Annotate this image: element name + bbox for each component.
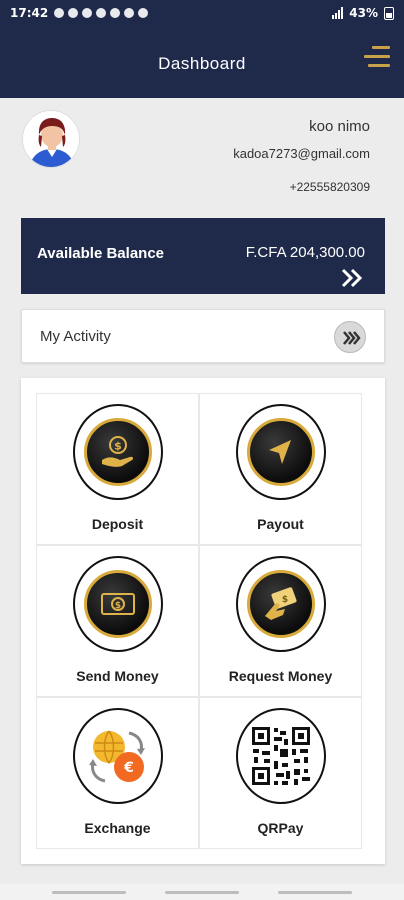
payout-tile[interactable]: Payout: [199, 393, 362, 545]
user-phone: +22555820309: [289, 180, 370, 194]
payout-label: Payout: [257, 516, 304, 532]
profile-section: koo nimo kadoa7273@gmail.com +2255582030…: [0, 98, 404, 210]
deposit-tile[interactable]: $ Deposit: [36, 393, 199, 545]
menu-button[interactable]: [364, 46, 390, 76]
balance-label: Available Balance: [37, 245, 165, 262]
user-email: kadoa7273@gmail.com: [233, 146, 370, 161]
qrpay-icon-circle: [235, 708, 326, 804]
menu-icon: [372, 46, 390, 49]
status-right: 43%: [332, 6, 394, 20]
battery-percent: 43%: [349, 6, 378, 20]
system-nav-bar: [0, 884, 404, 900]
qr-code-icon: [249, 725, 312, 787]
activity-go-button[interactable]: [334, 321, 366, 353]
exchange-label: Exchange: [84, 820, 151, 836]
my-activity-row[interactable]: My Activity: [21, 309, 385, 363]
svg-text:€: €: [123, 760, 134, 776]
app-bar: Dashboard: [0, 26, 404, 98]
activity-label: My Activity: [40, 328, 111, 345]
payout-icon-circle: [235, 404, 326, 500]
actions-grid: $ Deposit Payout $ Send Money $ Request …: [36, 393, 362, 849]
exchange-globe-icon: €: [88, 730, 145, 783]
send-money-label: Send Money: [76, 668, 159, 684]
balance-amount: F.CFA 204,300.00: [245, 244, 365, 261]
svg-text:$: $: [281, 595, 287, 605]
qrpay-label: QRPay: [257, 820, 304, 836]
request-money-icon: $: [246, 570, 315, 638]
send-money-tile[interactable]: $ Send Money: [36, 545, 199, 697]
payout-send-icon: [246, 418, 315, 486]
send-money-icon-circle: $: [72, 556, 163, 652]
qrpay-tile[interactable]: QRPay: [199, 697, 362, 849]
actions-card: $ Deposit Payout $ Send Money $ Request …: [21, 378, 385, 864]
request-money-tile[interactable]: $ Request Money: [199, 545, 362, 697]
status-bar: 17:42 43%: [0, 0, 404, 26]
balance-card[interactable]: Available Balance F.CFA 204,300.00: [21, 218, 385, 294]
svg-text:$: $: [114, 601, 120, 611]
send-money-icon: $: [83, 570, 152, 638]
triple-chevron-right-icon: [343, 331, 361, 345]
avatar[interactable]: [22, 110, 80, 168]
user-name: koo nimo: [309, 118, 370, 135]
deposit-label: Deposit: [91, 516, 144, 532]
svg-text:$: $: [114, 440, 122, 453]
deposit-icon-circle: $: [72, 404, 163, 500]
request-money-label: Request Money: [228, 668, 333, 684]
request-money-icon-circle: $: [235, 556, 326, 652]
deposit-coin-icon: $: [83, 418, 152, 486]
signal-icon: [332, 7, 344, 19]
notification-icons: [54, 8, 149, 18]
battery-icon: [384, 6, 394, 20]
page-title: Dashboard: [158, 54, 246, 73]
exchange-icon-circle: €: [72, 708, 163, 804]
user-avatar-icon: [23, 111, 79, 167]
double-chevron-right-icon[interactable]: [341, 268, 363, 288]
status-time: 17:42: [10, 6, 49, 20]
exchange-tile[interactable]: € Exchange: [36, 697, 199, 849]
